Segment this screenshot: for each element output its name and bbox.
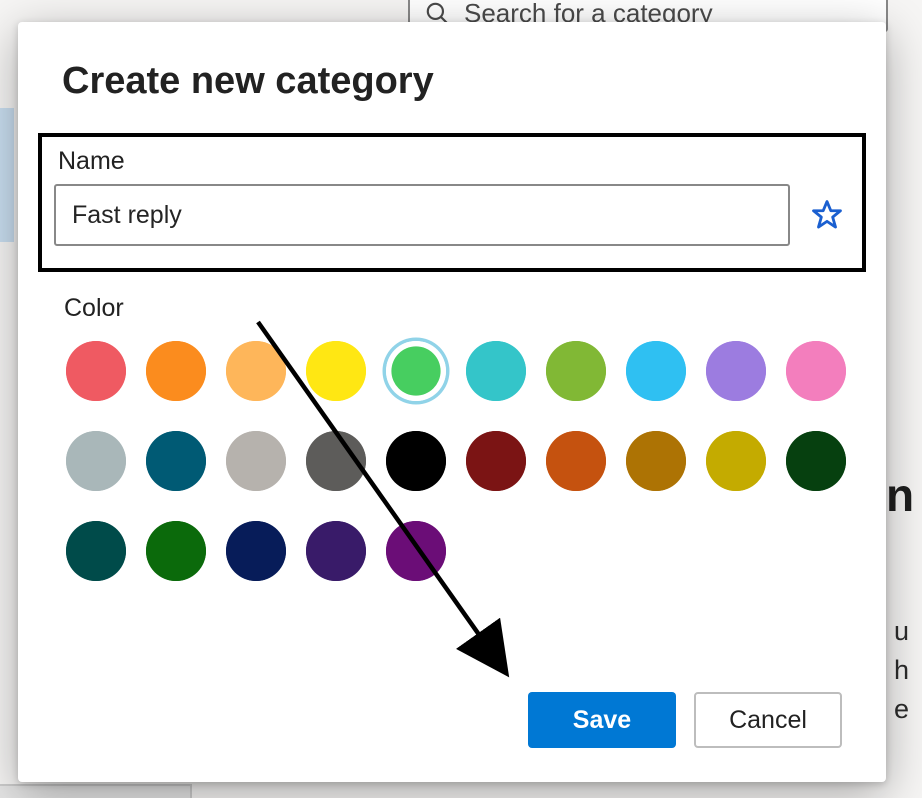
color-swatch-yellow[interactable]	[306, 341, 366, 401]
dialog-title: Create new category	[62, 60, 842, 103]
bg-fragment-1: n	[886, 468, 922, 514]
color-swatch-dark-purple[interactable]	[306, 521, 366, 581]
color-swatch-olive[interactable]	[546, 341, 606, 401]
name-label: Name	[58, 147, 850, 176]
color-swatch-dark-red[interactable]	[466, 431, 526, 491]
bg-fragment-2: u h e	[894, 612, 922, 752]
cancel-button[interactable]: Cancel	[694, 692, 842, 748]
color-swatch-peach[interactable]	[226, 341, 286, 401]
favorite-toggle[interactable]	[804, 192, 850, 238]
color-swatch-pink[interactable]	[786, 341, 846, 401]
app-background: Search for a category n u h e Create new…	[0, 0, 922, 798]
color-swatch-forest-green[interactable]	[146, 521, 206, 581]
category-name-input[interactable]	[54, 184, 790, 246]
create-category-dialog: Create new category Name Color	[18, 22, 886, 782]
color-swatch-light-green[interactable]	[386, 341, 446, 401]
color-swatch-sky-blue[interactable]	[626, 341, 686, 401]
name-row	[54, 184, 850, 246]
color-swatch-dark-blue[interactable]	[226, 521, 286, 581]
color-swatch-dark-gray[interactable]	[306, 431, 366, 491]
color-swatch-brown[interactable]	[626, 431, 686, 491]
dialog-footer: Save Cancel	[528, 692, 842, 748]
color-swatch-magenta[interactable]	[386, 521, 446, 581]
color-swatch-lavender[interactable]	[706, 341, 766, 401]
bg-left-strip	[0, 108, 14, 242]
color-swatch-dark-teal[interactable]	[146, 431, 206, 491]
star-icon	[810, 194, 844, 236]
bg-bottom-strip	[0, 784, 192, 798]
color-label: Color	[64, 294, 842, 323]
color-swatch-orange[interactable]	[146, 341, 206, 401]
name-section-highlight: Name	[38, 133, 866, 272]
color-swatch-gray[interactable]	[226, 431, 286, 491]
color-swatch-deep-teal[interactable]	[66, 521, 126, 581]
color-swatch-teal[interactable]	[466, 341, 526, 401]
color-swatch-grid	[66, 341, 842, 581]
color-swatch-red[interactable]	[66, 341, 126, 401]
color-swatch-dark-green[interactable]	[786, 431, 846, 491]
color-swatch-dark-yellow[interactable]	[706, 431, 766, 491]
color-swatch-black[interactable]	[386, 431, 446, 491]
save-button[interactable]: Save	[528, 692, 676, 748]
color-swatch-steel[interactable]	[66, 431, 126, 491]
color-swatch-dark-orange[interactable]	[546, 431, 606, 491]
